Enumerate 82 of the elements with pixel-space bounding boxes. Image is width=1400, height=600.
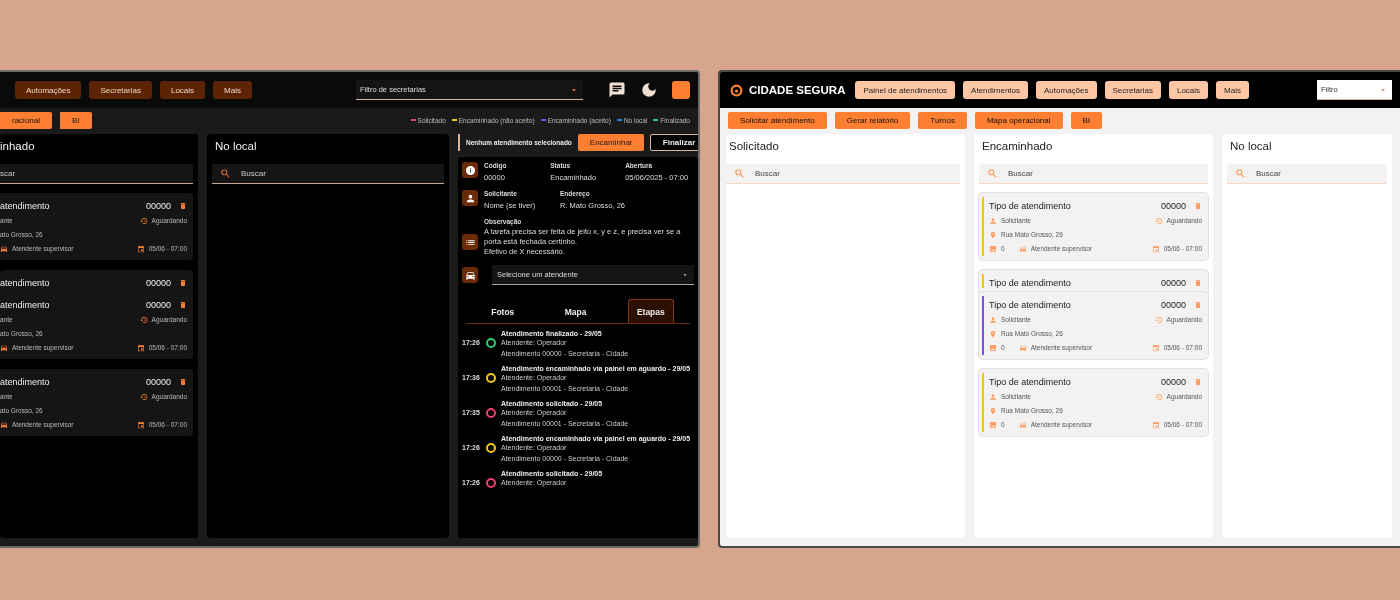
search-icon (1235, 168, 1246, 179)
search-icon (987, 168, 998, 179)
calendar-icon (1151, 420, 1160, 429)
trash-icon[interactable] (179, 377, 187, 386)
action-button[interactable]: Turnos (918, 111, 967, 129)
ticket-code: 00000 (1160, 299, 1186, 310)
calendar-icon (136, 343, 145, 352)
column-title: Encaminhado (981, 139, 1054, 154)
clock-icon (139, 216, 148, 225)
ticket-type: Tipo de atendimento (989, 376, 1071, 387)
action-button[interactable]: Solicitar atendimento (728, 111, 827, 129)
moon-icon[interactable] (640, 81, 658, 99)
ticket-code: 00000 (145, 376, 171, 387)
ticket-code: 00000 (1160, 200, 1186, 211)
photo-icon (989, 244, 997, 253)
brand-logo: CIDADE SEGURA (730, 83, 846, 97)
action-button[interactable]: BI (1070, 111, 1103, 129)
trash-icon[interactable] (179, 300, 187, 309)
ticket-type: atendimento (0, 277, 50, 288)
action-button[interactable]: BI (60, 111, 92, 129)
clock-icon (1154, 392, 1163, 401)
nav-button[interactable]: Mais (213, 81, 252, 99)
nav-button[interactable]: Automações (1036, 81, 1097, 99)
nav-button[interactable]: Locais (1168, 81, 1209, 99)
forward-button[interactable]: Encaminhar (577, 134, 644, 151)
pin-icon (989, 406, 997, 415)
action-button[interactable]: Gerar relatório (834, 111, 911, 129)
ticket-card[interactable]: atendimento 00000 (0, 270, 193, 292)
person-icon (989, 315, 997, 324)
ticket-code: 00000 (1160, 277, 1186, 288)
clock-icon (139, 315, 148, 324)
action-button[interactable]: racional (0, 111, 52, 129)
ticket-code: 00000 (145, 299, 171, 310)
ticket-type: Tipo de atendimento (989, 277, 1071, 288)
nav-button[interactable]: Secretarias (89, 81, 152, 99)
person-icon (989, 216, 997, 225)
search-field[interactable]: Buscar (979, 164, 1208, 184)
nav-button[interactable]: Painel de atendimentos (855, 81, 956, 99)
ticket-type: atendimento (0, 200, 50, 211)
calendar-icon (136, 420, 145, 429)
column-title: No local (1229, 139, 1273, 154)
clock-icon (139, 392, 148, 401)
ticket-card[interactable]: Tipo de atendimento 00000 (979, 270, 1208, 292)
photo-icon (989, 420, 997, 429)
trash-icon[interactable] (179, 278, 187, 287)
tab[interactable]: Mapa (555, 299, 596, 323)
calendar-icon (1151, 343, 1160, 352)
nav-button[interactable]: Automações (15, 81, 82, 99)
search-field[interactable]: scar (0, 164, 193, 184)
nav-button[interactable]: Locais (159, 81, 206, 99)
ticket-type: Tipo de atendimento (989, 200, 1071, 211)
finish-button[interactable]: Finalizar (649, 134, 698, 151)
clock-icon (1154, 315, 1163, 324)
pin-icon (989, 230, 997, 239)
calendar-icon (136, 244, 145, 253)
chat-icon[interactable] (608, 81, 626, 99)
column-title: inhado (0, 139, 36, 154)
action-button[interactable]: Mapa operacional (974, 111, 1063, 129)
pin-icon (989, 329, 997, 338)
nav-button[interactable]: Secretarias (1104, 81, 1161, 99)
ticket-code: 00000 (1160, 376, 1186, 387)
search-icon (734, 168, 745, 179)
search-field[interactable]: Buscar (212, 164, 444, 184)
photo-icon (989, 343, 997, 352)
clock-icon (1154, 216, 1163, 225)
search-icon (220, 168, 231, 179)
ticket-code: 00000 (145, 277, 171, 288)
ticket-type: Tipo de atendimento (989, 299, 1071, 310)
tab[interactable]: Fotos (482, 299, 524, 323)
search-field[interactable]: Buscar (1227, 164, 1387, 184)
tab[interactable]: Etapas (627, 299, 674, 323)
column-title: Solicitado (728, 139, 780, 154)
ticket-code: 00000 (145, 200, 171, 211)
ticket-type: atendimento (0, 376, 50, 387)
search-field[interactable]: Buscar (726, 164, 960, 184)
trash-icon[interactable] (179, 201, 187, 210)
column-title: No local (214, 139, 258, 154)
ticket-type: atendimento (0, 299, 50, 310)
nav-button[interactable]: Atendimentos (963, 81, 1029, 99)
nav-button[interactable]: Mais (1216, 81, 1249, 99)
person-icon (989, 392, 997, 401)
calendar-icon (1151, 244, 1160, 253)
